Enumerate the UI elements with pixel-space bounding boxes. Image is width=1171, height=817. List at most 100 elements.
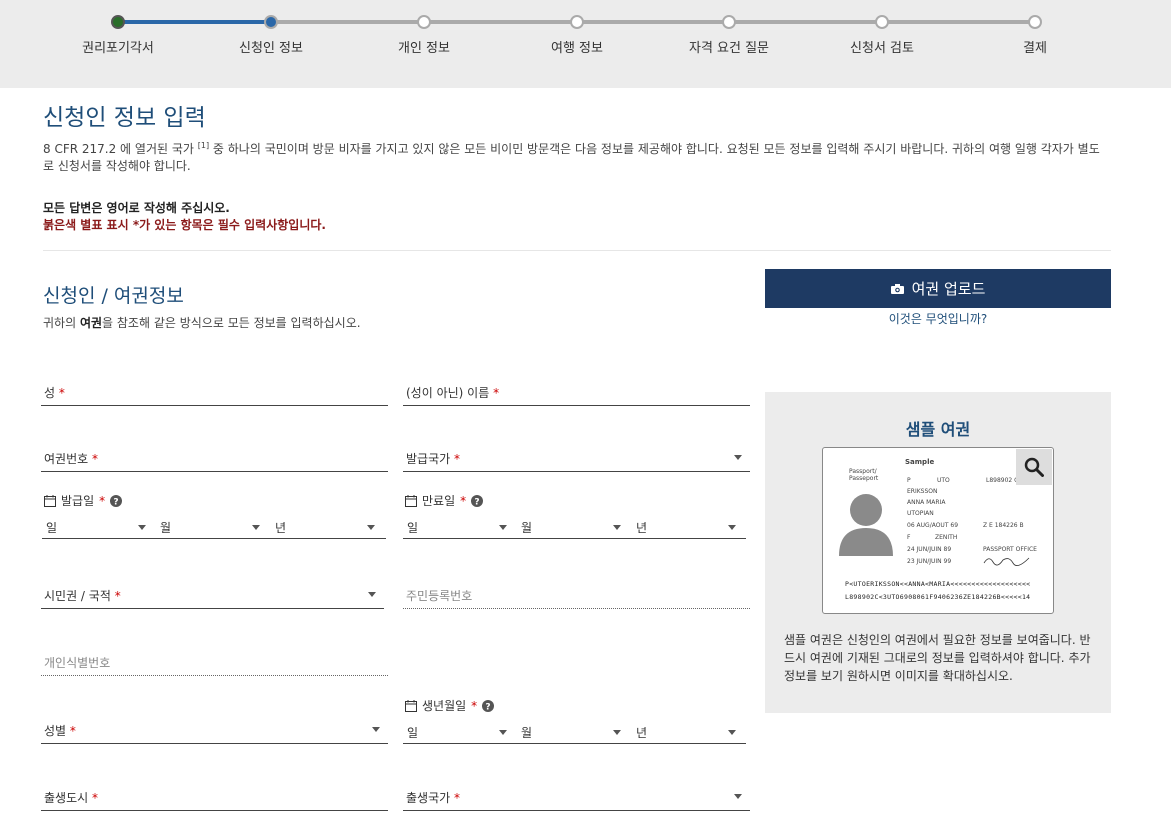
footnote-link[interactable]: [1] <box>198 141 209 150</box>
chevron-down-icon <box>499 525 507 530</box>
step-label-waiver[interactable]: 권리포기각서 <box>48 37 188 56</box>
progress-bar: 권리포기각서 신청인 정보 개인 정보 여행 정보 자격 요건 질문 신청서 검… <box>0 0 1171 88</box>
birth-city-label: 출생도시 * <box>44 791 98 805</box>
passport-dob-value: 06 AUG/AOUT 69 <box>907 522 959 529</box>
birth-date-header: 생년월일 * ? <box>405 697 495 714</box>
passport-number-field[interactable]: 여권번호 * <box>41 447 388 472</box>
personal-id-label: 개인식별번호 <box>44 656 111 670</box>
section-title: 신청인 / 여권정보 <box>43 285 184 307</box>
issue-day-select[interactable]: 일 <box>42 516 152 538</box>
chevron-down-icon <box>138 525 146 530</box>
chevron-down-icon <box>613 730 621 735</box>
step-dot-payment <box>1028 15 1042 29</box>
required-notice: 붉은색 별표 표시 *가 있는 항목은 필수 입력사항입니다. <box>43 218 326 232</box>
citizenship-select[interactable]: 시민권 / 국적 * <box>41 584 384 609</box>
sample-passport-image[interactable]: Sample Passport/ Passeport P UTO L898902… <box>822 447 1054 614</box>
required-mark: * <box>99 493 106 508</box>
step-label-payment: 결제 <box>1023 41 1047 56</box>
chevron-down-icon <box>372 727 380 732</box>
passport-surname-value: ERIKSSON <box>907 488 938 495</box>
chevron-down-icon <box>613 525 621 530</box>
birth-day-label: 일 <box>407 726 419 740</box>
calendar-icon <box>405 699 417 712</box>
zoom-button[interactable] <box>1016 449 1052 485</box>
passport-birthplace-value: ZENITH <box>935 534 958 541</box>
birth-day-select[interactable]: 일 <box>403 721 513 743</box>
issue-year-select[interactable]: 년 <box>271 516 381 538</box>
birth-year-select[interactable]: 년 <box>632 721 742 743</box>
step-dot-applicant-info <box>264 15 278 29</box>
help-icon[interactable]: ? <box>482 699 495 712</box>
passport-authority-value: PASSPORT OFFICE <box>983 546 1037 553</box>
step-dot-eligibility <box>722 15 736 29</box>
help-icon[interactable]: ? <box>110 494 123 507</box>
passport-personal-no-value: Z E 184226 B <box>983 522 1024 529</box>
upload-passport-label: 여권 업로드 <box>911 280 986 298</box>
step-dot-personal-info <box>417 15 431 29</box>
issuing-country-label: 발급국가 * <box>406 452 460 466</box>
calendar-icon <box>405 494 417 507</box>
sample-passport-panel: 샘플 여권 Sample Passport/ Passeport P UTO L… <box>765 392 1111 713</box>
section-subtitle-post: 을 참조해 같은 방식으로 모든 정보를 입력하십시오. <box>102 316 361 330</box>
issuing-country-select[interactable]: 발급국가 * <box>403 447 750 472</box>
passport-sex-value: F <box>907 534 911 541</box>
chevron-down-icon <box>734 455 742 460</box>
person-silhouette-icon <box>839 494 893 556</box>
step-label-applicant-info[interactable]: 신청인 정보 <box>201 37 341 56</box>
passport-mrz-line1: P<UTOERIKSSON<<ANNA<MARIA<<<<<<<<<<<<<<<… <box>845 580 1031 588</box>
passport-number-value: L898902 C <box>986 477 1019 484</box>
chevron-down-icon <box>728 730 736 735</box>
step-dot-travel-info <box>570 15 584 29</box>
given-name-field[interactable]: (성이 아닌) 이름 * <box>403 381 750 406</box>
gender-select[interactable]: 성별 * <box>41 719 388 744</box>
passport-doc-type: Passport/ Passeport <box>849 468 879 482</box>
expiry-day-label: 일 <box>407 521 419 535</box>
step-dot-review <box>875 15 889 29</box>
birth-date-label: 생년월일 <box>422 699 467 713</box>
svg-text:?: ? <box>114 497 119 507</box>
passport-nationality-value: UTOPIAN <box>907 510 934 517</box>
required-mark: * <box>460 493 467 508</box>
national-id-field[interactable]: 주민등록번호 <box>403 584 750 609</box>
calendar-icon <box>44 494 56 507</box>
expiry-month-select[interactable]: 월 <box>517 516 627 538</box>
expiry-year-label: 년 <box>636 521 648 535</box>
given-name-label: (성이 아닌) 이름 * <box>406 386 500 400</box>
sample-passport-description: 샘플 여권은 신청인의 여권에서 필요한 정보를 보여줍니다. 반드시 여권에 … <box>784 633 1091 683</box>
expiry-date-selects: 일 월 년 <box>403 516 746 539</box>
chevron-down-icon <box>367 525 375 530</box>
issue-month-select[interactable]: 월 <box>156 516 266 538</box>
expiry-month-label: 월 <box>521 521 533 535</box>
required-mark: * <box>471 698 478 713</box>
chevron-down-icon <box>252 525 260 530</box>
citizenship-label: 시민권 / 국적 * <box>44 589 121 603</box>
step-label-travel-info: 여행 정보 <box>551 41 603 56</box>
surname-field[interactable]: 성 * <box>41 381 388 406</box>
intro-text: 8 CFR 217.2 에 열거된 국가 [1] 중 하나의 국민이며 방문 비… <box>43 137 1108 175</box>
birth-date-selects: 일 월 년 <box>403 721 746 744</box>
national-id-label: 주민등록번호 <box>406 589 473 603</box>
help-icon[interactable]: ? <box>471 494 484 507</box>
upload-passport-button[interactable]: 여권 업로드 <box>765 269 1111 308</box>
surname-label: 성 * <box>44 386 65 400</box>
birth-country-select[interactable]: 출생국가 * <box>403 786 750 811</box>
issue-month-label: 월 <box>160 521 172 535</box>
issue-day-label: 일 <box>46 521 58 535</box>
expiry-year-select[interactable]: 년 <box>632 516 742 538</box>
page-title: 신청인 정보 입력 <box>43 105 206 131</box>
expiry-date-label: 만료일 <box>422 494 456 508</box>
birth-city-field[interactable]: 출생도시 * <box>41 786 388 811</box>
english-notice: 모든 답변은 영어로 작성해 주십시오. <box>43 201 230 215</box>
passport-mrz-line2: L898902C<3UTO6908061F9406236ZE184226B<<<… <box>845 593 1031 601</box>
expiry-day-select[interactable]: 일 <box>403 516 513 538</box>
birth-month-select[interactable]: 월 <box>517 721 627 743</box>
birth-year-label: 년 <box>636 726 648 740</box>
expiry-date-header: 만료일 * ? <box>405 492 484 509</box>
passport-code-value: UTO <box>937 477 950 484</box>
passport-expiry-value: 23 JUN/JUIN 99 <box>907 558 952 565</box>
issue-date-label: 발급일 <box>61 494 95 508</box>
what-is-this-link[interactable]: 이것은 무엇입니까? <box>765 310 1111 327</box>
personal-id-field[interactable]: 개인식별번호 <box>41 651 388 676</box>
camera-icon <box>890 283 904 294</box>
svg-text:?: ? <box>486 702 491 712</box>
